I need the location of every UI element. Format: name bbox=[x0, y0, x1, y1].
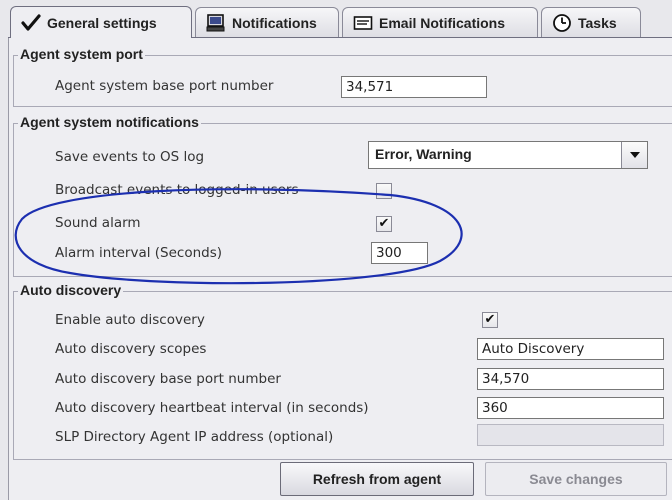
broadcast-checkbox[interactable] bbox=[376, 183, 392, 199]
tab-email-notifications[interactable]: Email Notifications bbox=[342, 7, 538, 37]
alarm-interval-label: Alarm interval (Seconds) bbox=[55, 245, 223, 261]
save-events-value: Error, Warning bbox=[375, 146, 472, 162]
slp-directory-label: SLP Directory Agent IP address (optional… bbox=[55, 429, 334, 445]
tab-notifications[interactable]: Notifications bbox=[195, 7, 339, 37]
slp-directory-input[interactable] bbox=[477, 424, 664, 446]
enable-auto-discovery-label: Enable auto discovery bbox=[55, 312, 205, 328]
tab-label: Email Notifications bbox=[379, 14, 506, 31]
group-title: Agent system port bbox=[18, 46, 145, 62]
general-settings-panel: Agent system port Agent system base port… bbox=[8, 38, 672, 500]
agent-base-port-label: Agent system base port number bbox=[55, 78, 274, 94]
sound-alarm-label: Sound alarm bbox=[55, 215, 141, 231]
auto-discovery-port-input[interactable]: 34,570 bbox=[477, 368, 664, 390]
heartbeat-interval-input[interactable]: 360 bbox=[477, 397, 664, 419]
checkmark-icon bbox=[21, 13, 41, 32]
heartbeat-interval-label: Auto discovery heartbeat interval (in se… bbox=[55, 400, 369, 416]
chevron-down-icon[interactable] bbox=[621, 142, 647, 168]
tab-tasks[interactable]: Tasks bbox=[541, 7, 641, 37]
auto-discovery-scopes-input[interactable]: Auto Discovery bbox=[477, 338, 664, 360]
save-changes-button[interactable]: Save changes bbox=[485, 462, 667, 496]
tab-label: Tasks bbox=[578, 14, 617, 31]
auto-discovery-scopes-label: Auto discovery scopes bbox=[55, 341, 207, 357]
agent-base-port-input[interactable]: 34,571 bbox=[341, 76, 487, 98]
save-events-select[interactable]: Error, Warning bbox=[368, 141, 648, 169]
broadcast-label: Broadcast events to logged-in users bbox=[55, 182, 299, 198]
enable-auto-discovery-checkbox[interactable]: ✔ bbox=[482, 312, 498, 328]
tab-label: General settings bbox=[47, 14, 157, 31]
group-title: Auto discovery bbox=[18, 282, 124, 298]
refresh-from-agent-button[interactable]: Refresh from agent bbox=[280, 462, 474, 496]
sound-alarm-checkbox[interactable]: ✔ bbox=[376, 216, 392, 232]
auto-discovery-port-label: Auto discovery base port number bbox=[55, 371, 281, 387]
tab-general-settings[interactable]: General settings bbox=[10, 6, 192, 38]
computer-icon bbox=[206, 13, 226, 32]
alarm-interval-input[interactable]: 300 bbox=[371, 242, 428, 264]
clock-icon bbox=[552, 13, 572, 33]
tab-label: Notifications bbox=[232, 14, 317, 31]
email-icon bbox=[353, 15, 373, 31]
group-title: Agent system notifications bbox=[18, 114, 201, 130]
save-events-label: Save events to OS log bbox=[55, 149, 205, 165]
